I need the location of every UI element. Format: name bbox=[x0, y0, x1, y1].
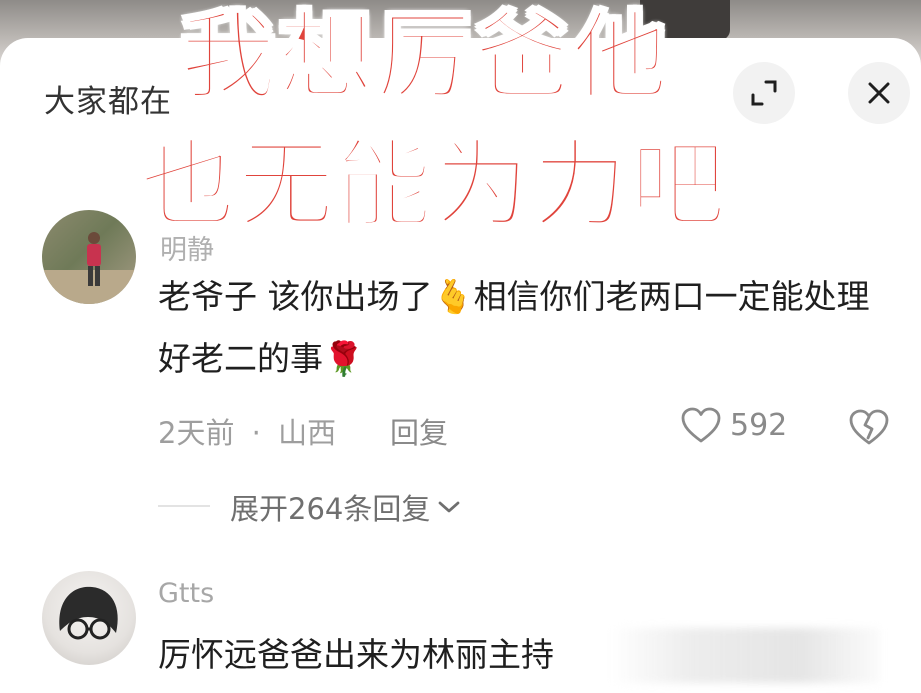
comment-username[interactable]: Gtts bbox=[158, 578, 214, 609]
close-button[interactable] bbox=[848, 62, 910, 124]
avatar[interactable] bbox=[42, 210, 136, 304]
expand-icon bbox=[751, 80, 777, 106]
expand-button[interactable] bbox=[733, 62, 795, 124]
dislike-button[interactable] bbox=[848, 408, 890, 450]
sheet-title: 大家都在 bbox=[44, 84, 172, 120]
person-glasses-icon bbox=[59, 586, 118, 640]
avatar[interactable] bbox=[42, 571, 136, 665]
video-frame-fragment bbox=[640, 0, 730, 40]
reply-button[interactable]: 回复 bbox=[390, 410, 448, 452]
comment-location: 山西 bbox=[278, 416, 337, 450]
meta-separator: · bbox=[251, 416, 261, 450]
chevron-down-icon bbox=[438, 501, 460, 513]
person-photo-icon bbox=[42, 232, 136, 304]
comment-username[interactable]: 明静 bbox=[160, 228, 214, 267]
close-icon bbox=[868, 82, 890, 104]
blurred-region bbox=[610, 628, 880, 683]
comment-meta: 2天前 · 山西 bbox=[158, 410, 336, 452]
like-count: 592 bbox=[730, 407, 788, 443]
broken-heart-icon bbox=[849, 409, 889, 445]
expand-replies-button[interactable]: 展开264条回复 bbox=[230, 486, 462, 528]
comment-text: 老爷子 该你出场了🫰相信你们老两口一定能处理好老二的事🌹 bbox=[158, 277, 870, 378]
comment-time: 2天前 bbox=[158, 416, 235, 450]
like-button[interactable]: 592 bbox=[680, 406, 787, 444]
replies-divider bbox=[158, 505, 210, 507]
heart-icon bbox=[681, 407, 721, 443]
expand-replies-label: 展开264条回复 bbox=[230, 492, 431, 526]
